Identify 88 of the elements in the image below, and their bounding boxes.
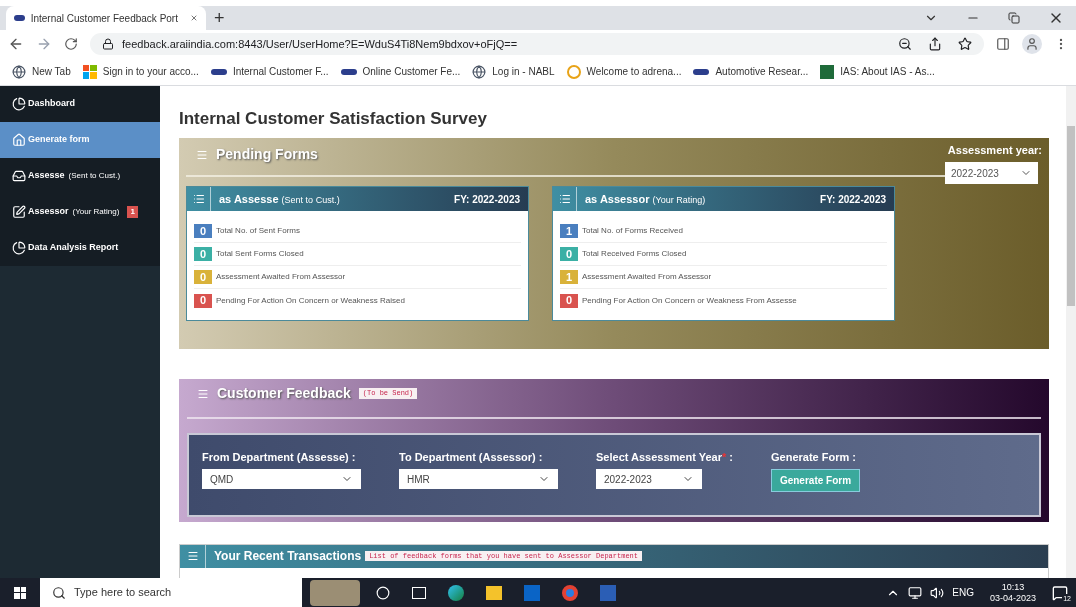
logo-icon xyxy=(14,15,25,21)
pie-chart-icon xyxy=(12,97,26,111)
panel-title: Customer Feedback xyxy=(217,384,351,403)
count-badge: 0 xyxy=(194,270,212,284)
tab-title: Internal Customer Feedback Port xyxy=(30,11,178,26)
logo-icon xyxy=(693,68,710,75)
logo-icon xyxy=(820,64,835,79)
stat-label: Assessment Awaited From Assessor xyxy=(216,271,346,283)
sidebar-item[interactable]: Dashboard xyxy=(0,86,160,122)
lock-icon xyxy=(102,38,114,50)
new-tab-button[interactable]: + xyxy=(206,6,233,30)
search-icon xyxy=(52,585,66,600)
reload-icon[interactable] xyxy=(64,37,78,51)
stat-label: Total No. of Forms Received xyxy=(582,225,683,237)
bookmark[interactable]: New Tab xyxy=(12,64,71,79)
edge-icon[interactable] xyxy=(448,584,464,601)
sidebar-item[interactable]: Assesse (Sent to Cust.) xyxy=(0,158,160,194)
bookmark[interactable]: Welcome to adrena... xyxy=(566,64,682,79)
count-badge: 1 xyxy=(127,206,138,218)
field-label: To Department (Assessor) : xyxy=(399,449,544,465)
star-icon[interactable] xyxy=(958,37,972,51)
address-bar[interactable]: feedback.araiindia.com:8443/User/UserHome?E=WduS4Ti8Nem9bdxov+oFjQ== xyxy=(90,33,984,55)
menu-icon xyxy=(197,387,209,400)
globe-icon xyxy=(472,64,487,79)
pie-chart-icon xyxy=(12,241,26,255)
card-title: as Assessor (Your Rating) xyxy=(585,191,706,207)
back-icon[interactable] xyxy=(8,36,24,52)
page-title: Internal Customer Satisfaction Survey xyxy=(179,108,488,130)
year-select[interactable]: 2022-2023 xyxy=(945,162,1038,184)
bookmark[interactable]: Automotive Resear... xyxy=(693,64,809,79)
logo-icon xyxy=(340,68,357,75)
language-indicator[interactable]: ENG xyxy=(952,585,974,600)
bookmark[interactable]: Internal Customer F... xyxy=(210,64,329,79)
cortana-icon[interactable] xyxy=(376,585,390,600)
browser-tab[interactable]: Internal Customer Feedback Port xyxy=(6,6,206,30)
count-badge: 0 xyxy=(560,293,578,308)
count-badge: 0 xyxy=(560,247,578,261)
task-view-icon[interactable] xyxy=(412,586,426,599)
bookmark[interactable]: Sign in to your acco... xyxy=(82,64,199,79)
menu-icon xyxy=(186,550,199,562)
zoom-icon[interactable] xyxy=(898,37,912,51)
sidebar-item[interactable]: Assessor (Your Rating) 1 xyxy=(0,194,160,230)
field-label: Generate Form : xyxy=(771,449,857,465)
count-badge: 0 xyxy=(194,224,212,238)
bookmark[interactable]: Log in - NABL xyxy=(472,64,555,79)
clock[interactable]: 10:13 03-04-2023 xyxy=(989,581,1036,604)
edit-icon xyxy=(12,205,26,219)
profile-icon[interactable] xyxy=(1022,34,1042,54)
count-badge: 1 xyxy=(560,224,578,238)
globe-icon xyxy=(12,64,26,79)
count-badge: 0 xyxy=(194,247,212,261)
panel-title: Your Recent Transactions xyxy=(214,548,362,565)
stat-label: Pending For Action On Concern or Weakness Raised xyxy=(216,294,405,307)
stat-label: Total No. of Sent Forms xyxy=(216,225,301,237)
dropdown-field[interactable]: HMR xyxy=(399,469,558,489)
home-icon xyxy=(12,133,26,147)
panel-title: Pending Forms xyxy=(216,145,318,164)
taskbar-search-field[interactable]: Type here to search xyxy=(40,578,302,607)
logo-icon xyxy=(210,68,227,75)
stat-label: Total Sent Forms Closed xyxy=(216,248,304,260)
folder-icon[interactable] xyxy=(486,585,502,600)
chrome-icon[interactable] xyxy=(562,584,578,601)
stat-label: Pending For Action On Concern or Weakness From Assesse xyxy=(582,294,797,307)
fiscal-year: FY: 2022-2023 xyxy=(454,192,520,207)
count-badge: 0 xyxy=(194,293,212,308)
dropdown-field[interactable]: 2022-2023 xyxy=(596,469,702,489)
assessment-year-label: Assessment year: xyxy=(947,142,1042,158)
side-panel-icon[interactable] xyxy=(996,37,1010,51)
speaker-icon[interactable] xyxy=(930,585,945,600)
stat-label: Total Received Forms Closed xyxy=(582,248,687,260)
share-icon[interactable] xyxy=(928,37,942,51)
network-icon[interactable] xyxy=(908,585,923,600)
field-label: From Department (Assesse) : xyxy=(202,449,357,465)
menu-icon xyxy=(196,148,208,161)
bookmark[interactable]: IAS: About IAS - As... xyxy=(820,64,935,79)
list-icon xyxy=(192,193,205,205)
count-badge: 1 xyxy=(560,270,578,284)
dropdown-field[interactable]: QMD xyxy=(202,469,361,489)
bookmark[interactable]: Online Customer Fe... xyxy=(340,64,461,79)
list-icon xyxy=(558,193,571,205)
fiscal-year: FY: 2022-2023 xyxy=(820,192,886,207)
squares-icon xyxy=(82,64,97,79)
field-label: Select Assessment Year* : xyxy=(596,449,733,465)
inbox-icon xyxy=(12,169,26,183)
sidebar-item[interactable]: Data Analysis Report xyxy=(0,230,160,266)
restore-icon[interactable] xyxy=(1008,12,1020,24)
card-title: as Assesse (Sent to Cust.) xyxy=(219,191,340,207)
stat-label: Assessment Awaited From Assessor xyxy=(582,271,712,283)
